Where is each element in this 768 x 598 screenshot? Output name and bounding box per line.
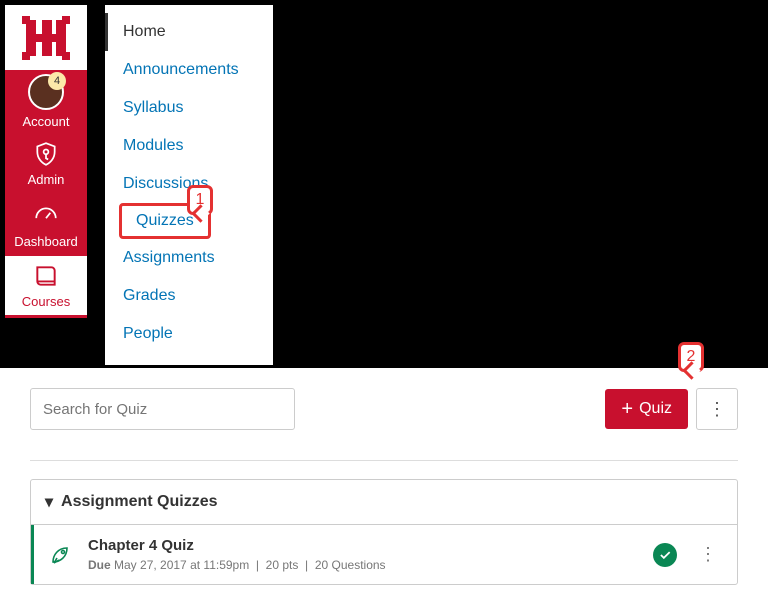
shield-key-icon <box>32 140 60 168</box>
group-header[interactable]: ▾ Assignment Quizzes <box>31 480 737 525</box>
quiz-group: ▾ Assignment Quizzes Chapter 4 Quiz Due … <box>30 479 738 585</box>
quiz-row[interactable]: Chapter 4 Quiz Due May 27, 2017 at 11:59… <box>31 525 737 584</box>
course-nav-announcements[interactable]: Announcements <box>105 51 249 89</box>
course-nav-people[interactable]: People <box>105 315 183 353</box>
search-input[interactable] <box>30 388 295 430</box>
row-more-button[interactable]: ⋮ <box>693 544 723 565</box>
global-nav: 4 Account Admin Dashboard Courses <box>5 5 87 318</box>
kebab-icon: ⋮ <box>699 544 717 564</box>
nav-account[interactable]: 4 Account <box>5 70 87 132</box>
published-check-icon[interactable] <box>653 543 677 567</box>
course-nav-grades[interactable]: Grades <box>105 277 185 315</box>
group-title: Assignment Quizzes <box>61 493 217 511</box>
nav-label: Account <box>23 114 70 129</box>
course-nav-syllabus[interactable]: Syllabus <box>105 89 193 127</box>
rocket-icon <box>48 543 72 567</box>
nav-admin[interactable]: Admin <box>5 132 87 194</box>
kebab-icon: ⋮ <box>708 399 726 420</box>
quiz-page: 2 + Quiz ⋮ ▾ Assignment Quizzes Chapter … <box>0 368 768 598</box>
institution-logo[interactable] <box>5 5 87 70</box>
nav-label: Courses <box>22 294 70 309</box>
caret-down-icon: ▾ <box>45 492 53 512</box>
callout-marker-2: 2 <box>678 342 704 372</box>
quiz-meta: Due May 27, 2017 at 11:59pm | 20 pts | 2… <box>88 558 653 572</box>
avatar: 4 <box>28 74 64 110</box>
page-more-button[interactable]: ⋮ <box>696 388 738 430</box>
callout-marker-1: 1 <box>187 185 213 215</box>
notification-badge: 4 <box>48 72 66 90</box>
quiz-title: Chapter 4 Quiz <box>88 537 653 554</box>
add-quiz-label: Quiz <box>639 400 672 418</box>
course-nav-modules[interactable]: Modules <box>105 127 193 165</box>
plus-icon: + <box>621 399 633 419</box>
gauge-icon <box>32 202 60 230</box>
divider <box>30 460 738 461</box>
book-icon <box>32 262 60 290</box>
course-nav-home[interactable]: Home <box>105 13 273 51</box>
nav-courses[interactable]: Courses <box>5 256 87 318</box>
nav-label: Dashboard <box>14 234 78 249</box>
uh-logo-icon <box>22 16 70 60</box>
nav-label: Admin <box>28 172 65 187</box>
nav-dashboard[interactable]: Dashboard <box>5 194 87 256</box>
course-nav: Home Announcements Syllabus Modules Disc… <box>105 5 273 365</box>
course-nav-assignments[interactable]: Assignments <box>105 239 225 277</box>
add-quiz-button[interactable]: + Quiz <box>605 389 688 429</box>
